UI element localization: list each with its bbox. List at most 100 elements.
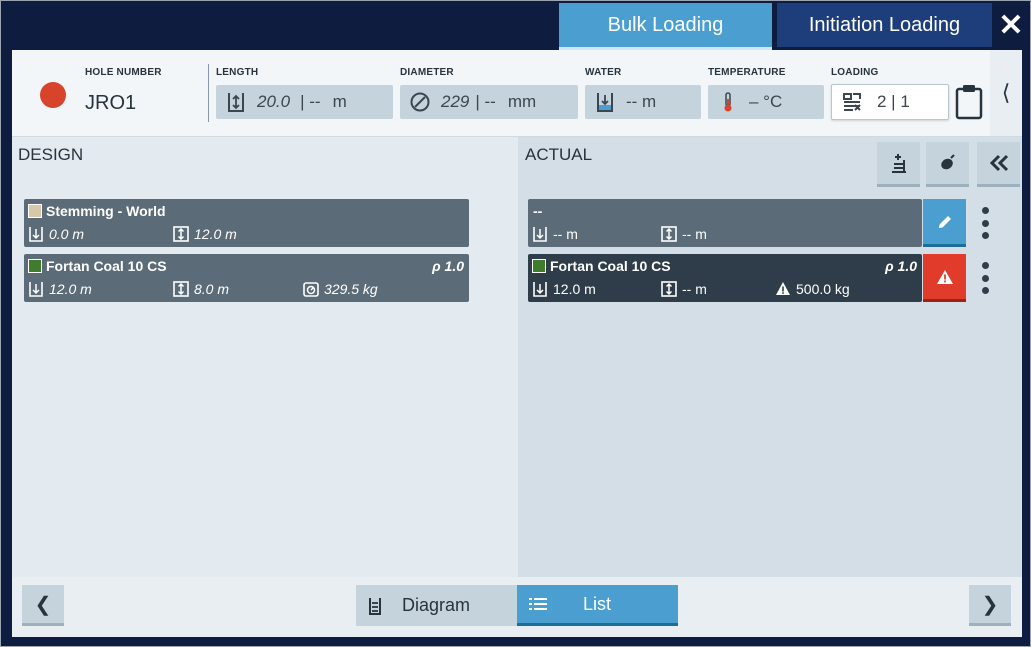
deck-length-icon (173, 281, 189, 297)
diameter-unit: mm (507, 92, 537, 111)
temperature-field[interactable]: – °C (708, 85, 824, 119)
main-content: HOLE NUMBER JRO1 LENGTH 20.0 | -- m DIAM… (12, 50, 1022, 637)
length-field[interactable]: 20.0 | -- m (216, 85, 393, 119)
actual-title: ACTUAL (525, 145, 593, 164)
actual-deck-fortan[interactable]: Fortan Coal 10 CS ρ 1.0 12.0 m -- m 500.… (528, 254, 922, 302)
length-icon (225, 91, 247, 113)
loading-label: LOADING (831, 67, 879, 78)
deck-length-icon (661, 281, 677, 297)
water-icon (594, 91, 616, 113)
more-icon-dot (981, 287, 989, 294)
list-icon (529, 597, 547, 611)
close-icon: ✕ (998, 8, 1024, 42)
diameter-actual: | -- (475, 92, 496, 111)
deck-depth-value: -- m (553, 226, 578, 242)
design-deck-fortan[interactable]: Fortan Coal 10 CS ρ 1.0 12.0 m 8.0 m 329… (24, 254, 469, 302)
deck-mass-value: 329.5 kg (324, 281, 378, 297)
tab-bulk-loading[interactable]: Bulk Loading (559, 3, 772, 50)
diameter-value: 229 (441, 92, 470, 111)
actual-deck-empty[interactable]: -- -- m -- m (528, 199, 922, 247)
edit-deck-button[interactable] (923, 199, 966, 247)
tab-initiation-loading[interactable]: Initiation Loading (777, 3, 992, 47)
deck-mass: 329.5 kg (303, 281, 378, 297)
depth-icon (28, 281, 44, 297)
hole-status-indicator (40, 82, 66, 108)
design-pane: DESIGN Stemming - World 0.0 m 12.0 m For… (12, 137, 518, 577)
tab-initiation-loading-label: Initiation Loading (808, 13, 961, 36)
next-hole-button[interactable]: ❯ (969, 585, 1011, 626)
add-deck-button[interactable] (877, 142, 920, 187)
deck-length-icon (661, 226, 677, 242)
chevron-left-icon: ❮ (34, 593, 52, 616)
design-title: DESIGN (18, 145, 84, 164)
previous-hole-button[interactable]: ❮ (22, 585, 64, 626)
actual-pane: ACTUAL -- -- m -- m Fortan Coal 10 CS ρ … (518, 137, 1022, 577)
divider (208, 64, 209, 122)
collapse-button[interactable] (977, 142, 1020, 187)
deck-name: Fortan Coal 10 CS (550, 258, 671, 274)
diameter-icon (409, 91, 431, 113)
deck-name: Stemming - World (46, 203, 166, 219)
clipboard-button[interactable] (955, 84, 983, 120)
deck-mass: 500.0 kg (775, 281, 850, 297)
deck-length-value: -- m (682, 281, 707, 297)
deck-length: 8.0 m (173, 281, 229, 297)
chevron-left-icon: ⟨ (1001, 80, 1011, 105)
more-icon (981, 207, 989, 214)
length-unit: m (332, 92, 347, 111)
more-options-button[interactable] (978, 207, 992, 239)
deck-length-value: 8.0 m (194, 281, 230, 297)
design-deck-stemming[interactable]: Stemming - World 0.0 m 12.0 m (24, 199, 469, 247)
diameter-field[interactable]: 229 | -- mm (400, 85, 578, 119)
deck-depth-value: 12.0 m (49, 281, 92, 297)
deck-depth-value: 0.0 m (49, 226, 85, 242)
list-view-button[interactable]: List (517, 585, 678, 626)
more-options-button[interactable] (978, 262, 992, 294)
deck-length: -- m (661, 281, 707, 297)
deck-density: ρ 1.0 (885, 258, 917, 274)
loading-field[interactable]: 2 | 1 (831, 84, 949, 120)
deck-mass-value: 500.0 kg (796, 281, 850, 297)
more-icon (981, 262, 989, 269)
app-window: Bulk Loading Initiation Loading ✕ HOLE N… (0, 0, 1031, 647)
loading-value: 2 | 1 (877, 92, 910, 111)
hole-number: JRO1 (85, 92, 137, 114)
deck-depth: -- m (532, 226, 578, 242)
product-color-swatch (532, 259, 546, 273)
deck-depth: 12.0 m (532, 281, 596, 297)
length-label: LENGTH (216, 67, 259, 78)
water-value: -- m (626, 92, 657, 111)
deck-length-value: -- m (682, 226, 707, 242)
product-color-swatch (28, 259, 42, 273)
temperature-value: – °C (749, 92, 783, 111)
more-icon-dot (981, 274, 989, 282)
thermometer-icon (717, 91, 739, 113)
primer-button[interactable] (926, 142, 969, 187)
primer-icon (940, 154, 955, 170)
clipboard-icon (955, 85, 983, 120)
side-panel-toggle[interactable]: ⟨ (990, 50, 1022, 136)
warning-icon (775, 281, 791, 297)
product-color-swatch (28, 204, 42, 218)
deck-length-value: 12.0 m (194, 226, 237, 242)
collapse-icon (989, 154, 1008, 172)
hole-info-bar: HOLE NUMBER JRO1 LENGTH 20.0 | -- m DIAM… (12, 50, 1022, 137)
loading-icon (841, 91, 863, 113)
tab-bulk-loading-label: Bulk Loading (607, 13, 724, 36)
diagram-view-button[interactable]: Diagram (356, 585, 517, 626)
deck-warning-button[interactable] (923, 254, 966, 302)
deck-length: 12.0 m (173, 226, 237, 242)
mass-icon (303, 281, 319, 297)
length-value: 20.0 (257, 92, 291, 111)
chevron-right-icon: ❯ (981, 593, 999, 616)
footer-bar: ❮ Diagram List ❯ (12, 577, 1022, 637)
deck-depth-value: 12.0 m (553, 281, 596, 297)
water-field[interactable]: -- m (585, 85, 701, 119)
diagram-view-label: Diagram (402, 595, 471, 615)
depth-icon (532, 226, 548, 242)
deck-length-icon (173, 226, 189, 242)
close-button[interactable]: ✕ (994, 5, 1028, 45)
more-icon-dot (981, 219, 989, 227)
deck-name: Fortan Coal 10 CS (46, 258, 167, 274)
deck-depth: 12.0 m (28, 281, 92, 297)
